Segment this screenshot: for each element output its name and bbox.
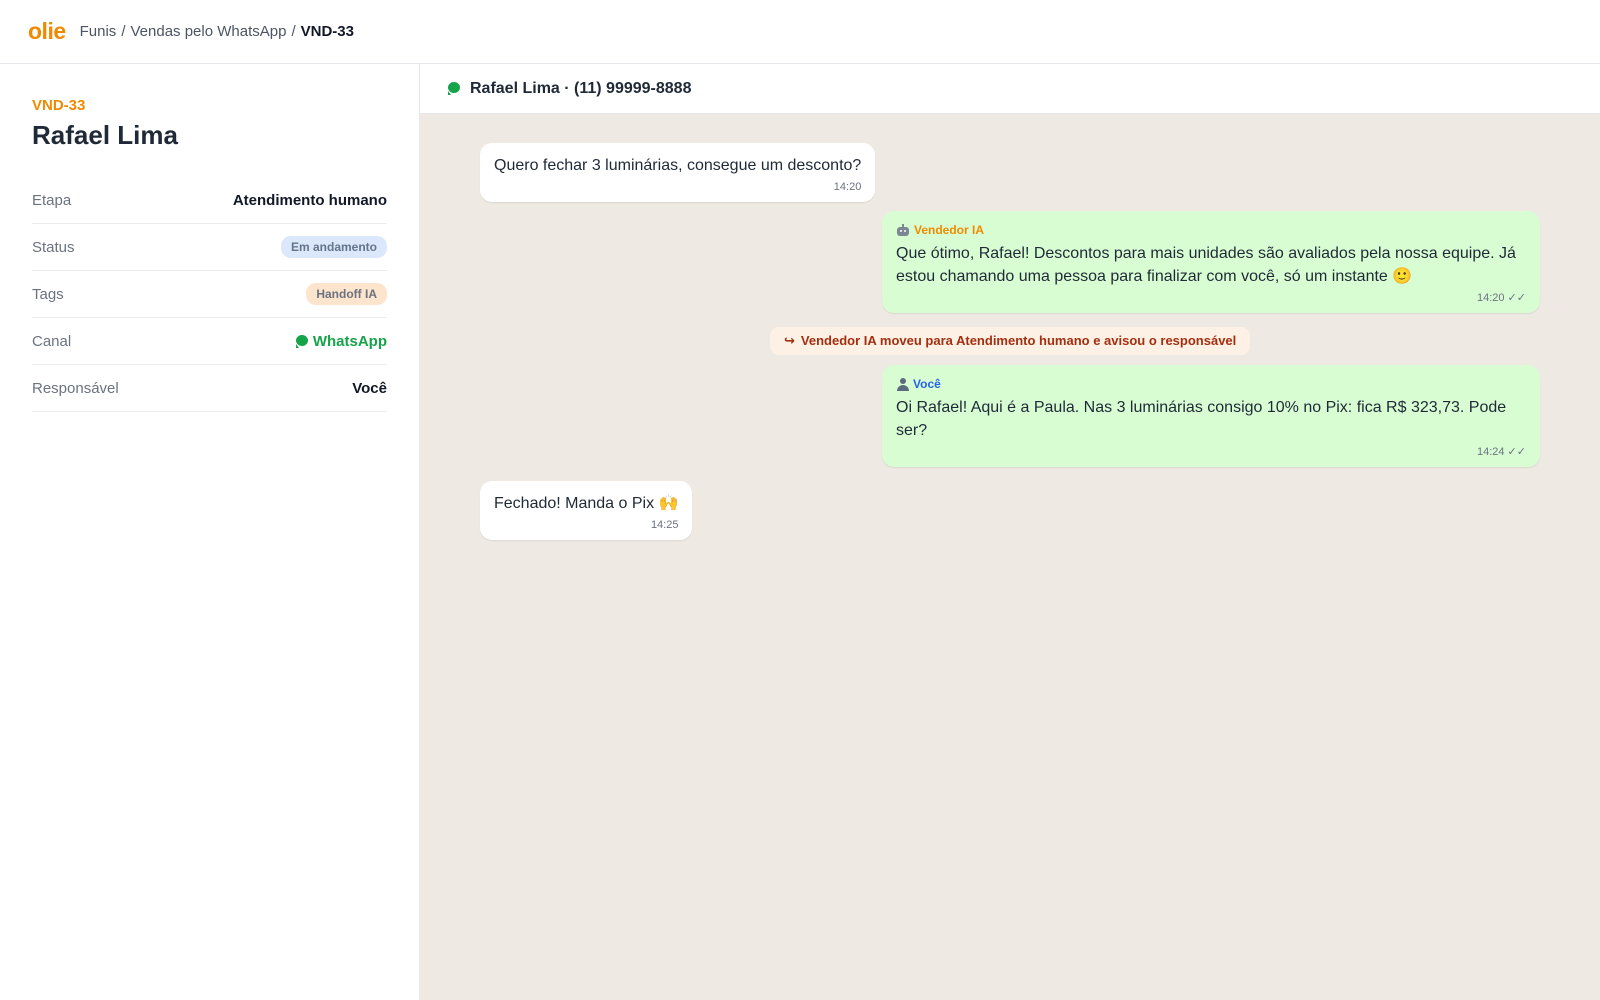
message-time: 14:25 [650, 519, 679, 531]
field-label: Etapa [32, 191, 72, 209]
event-text: Vendedor IA moveu para Atendimento human… [800, 333, 1237, 348]
breadcrumb-separator: / [291, 23, 296, 40]
message-outgoing: Você Oi Rafael! Aqui é a Paula. Nas 3 lu… [882, 365, 1540, 467]
field-label: Status [32, 238, 75, 256]
responsavel-value[interactable]: Você [352, 380, 387, 397]
etapa-value[interactable]: Atendimento humano [233, 192, 387, 209]
field-label: Tags [32, 285, 64, 303]
redirect-arrow-icon: ↪ [784, 333, 795, 348]
whatsapp-icon [448, 82, 461, 95]
breadcrumb-funis[interactable]: Funis [80, 23, 117, 40]
status-badge[interactable]: Em andamento [280, 236, 387, 258]
person-icon [896, 377, 909, 391]
message-time: 14:20 ✓✓ [1476, 292, 1526, 304]
sender-name: Você [913, 377, 941, 391]
tag-badge[interactable]: Handoff IA [306, 283, 387, 305]
message-sender: Você [896, 376, 1526, 392]
message-sender: Vendedor IA [896, 222, 1526, 238]
breadcrumb: Funis / Vendas pelo WhatsApp / VND-33 [80, 23, 354, 40]
breadcrumb-funnel[interactable]: Vendas pelo WhatsApp [130, 23, 286, 40]
whatsapp-icon [295, 334, 309, 348]
field-status: Status Em andamento [32, 224, 387, 271]
field-canal: Canal WhatsApp [32, 318, 387, 365]
canal-value: WhatsApp [295, 332, 387, 350]
olie-logo[interactable]: olie [28, 20, 66, 43]
deal-sidebar: VND-33 Rafael Lima Etapa Atendimento hum… [0, 64, 420, 1000]
canal-label: WhatsApp [312, 332, 387, 350]
message-text: Fechado! Manda o Pix 🙌 [494, 495, 679, 512]
message-time: 14:24 ✓✓ [1476, 446, 1526, 458]
robot-icon [896, 224, 910, 236]
top-bar: olie Funis / Vendas pelo WhatsApp / VND-… [0, 0, 1600, 64]
chat-panel: Rafael Lima · (11) 99999-8888 Quero fech… [420, 64, 1600, 1000]
message-time: 14:20 [833, 181, 862, 193]
field-label: Responsável [32, 379, 119, 397]
field-etapa: Etapa Atendimento humano [32, 177, 387, 224]
message-text: Que ótimo, Rafael! Descontos para mais u… [896, 245, 1516, 285]
field-label: Canal [32, 332, 72, 350]
message-text: Quero fechar 3 luminárias, consegue um d… [494, 157, 862, 174]
system-event: ↪ Vendedor IA moveu para Atendimento hum… [770, 327, 1251, 355]
field-tags: Tags Handoff IA [32, 271, 387, 318]
deal-id: VND-33 [32, 97, 86, 114]
message-incoming: Fechado! Manda o Pix 🙌 14:25 [480, 481, 693, 540]
message-outgoing: Vendedor IA Que ótimo, Rafael! Descontos… [882, 211, 1540, 313]
message-incoming: Quero fechar 3 luminárias, consegue um d… [480, 143, 876, 202]
field-responsavel: Responsável Você [32, 365, 387, 412]
sender-name: Vendedor IA [914, 223, 985, 237]
chat-title: Rafael Lima · (11) 99999-8888 [470, 79, 692, 97]
chat-header: Rafael Lima · (11) 99999-8888 [420, 64, 1600, 114]
message-text: Oi Rafael! Aqui é a Paula. Nas 3 luminár… [896, 399, 1507, 439]
breadcrumb-separator: / [121, 23, 126, 40]
breadcrumb-current: VND-33 [300, 23, 354, 40]
deal-name: Rafael Lima [32, 120, 178, 150]
